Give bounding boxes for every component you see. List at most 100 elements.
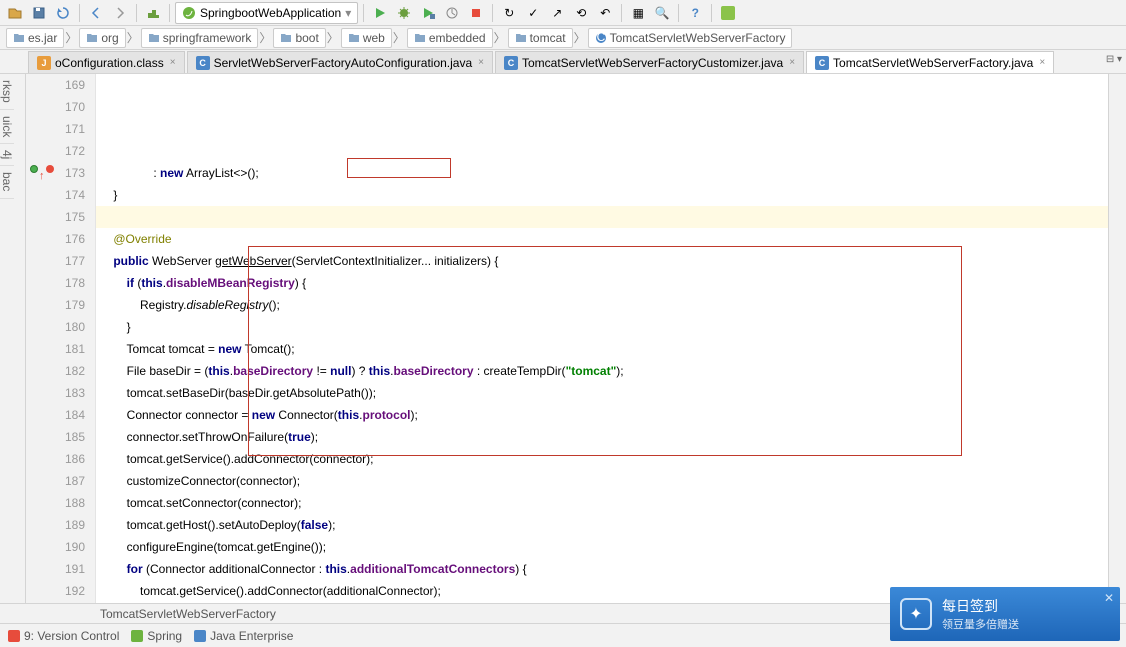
revert-icon[interactable]: ↶ [594,2,616,24]
back-icon[interactable] [85,2,107,24]
svg-text:C: C [596,32,605,44]
line-number[interactable]: 186 [26,448,85,470]
code-line[interactable]: customizeConnector(connector); [96,470,1126,492]
code-line[interactable]: : new ArrayList<>(); [96,162,1126,184]
commit-icon[interactable]: ✓ [522,2,544,24]
code-line[interactable]: if (this.disableMBeanRegistry) { [96,272,1126,294]
search-icon[interactable]: 🔍 [651,2,673,24]
structure-icon[interactable]: ▦ [627,2,649,24]
code-line[interactable]: configureEngine(tomcat.getEngine()); [96,536,1126,558]
breadcrumb-label: es.jar [28,31,57,45]
forward-icon[interactable] [109,2,131,24]
popup-title: 每日签到 [942,596,1019,616]
close-icon[interactable]: ✕ [1104,591,1114,605]
help-icon[interactable]: ? [684,2,706,24]
code-line[interactable]: } [96,316,1126,338]
file-type-icon: C [815,56,829,70]
line-number[interactable]: 178 [26,272,85,294]
line-number[interactable]: 173↑ [26,162,85,184]
close-icon[interactable]: × [1039,57,1045,68]
line-number[interactable]: 189 [26,514,85,536]
breadcrumb-item[interactable]: springframework [141,28,259,48]
line-number[interactable]: 181 [26,338,85,360]
code-line[interactable]: tomcat.getService().addConnector(connect… [96,448,1126,470]
line-number[interactable]: 177 [26,250,85,272]
breadcrumb-item[interactable]: web [341,28,392,48]
tool-window-button[interactable]: bac [0,166,14,198]
file-type-icon: J [37,56,51,70]
breadcrumb-item[interactable]: tomcat [508,28,573,48]
profile-icon[interactable] [441,2,463,24]
code-line[interactable]: tomcat.getHost().setAutoDeploy(false); [96,514,1126,536]
line-number[interactable]: 182 [26,360,85,382]
bottom-tool-button[interactable]: Java Enterprise [194,629,293,643]
line-number[interactable]: 190 [26,536,85,558]
line-number[interactable]: 172 [26,140,85,162]
run-configuration-dropdown[interactable]: SpringbootWebApplication ▾ [175,2,358,24]
code-line[interactable]: tomcat.setConnector(connector); [96,492,1126,514]
bottom-tool-button[interactable]: 9: Version Control [8,629,119,643]
code-line[interactable]: File baseDir = (this.baseDirectory != nu… [96,360,1126,382]
editor-tab[interactable]: CServletWebServerFactoryAutoConfiguratio… [187,51,493,73]
save-all-icon[interactable] [28,2,50,24]
breadcrumb-item[interactable]: org [79,28,125,48]
line-number[interactable]: 183 [26,382,85,404]
build-icon[interactable] [142,2,164,24]
tool-window-button[interactable]: rksp [0,74,14,110]
code-line[interactable]: public WebServer getWebServer(ServletCon… [96,250,1126,272]
line-number[interactable]: 179 [26,294,85,316]
breadcrumb-item[interactable]: es.jar [6,28,64,48]
editor-tab[interactable]: CTomcatServletWebServerFactoryCustomizer… [495,51,804,73]
editor-tab[interactable]: JoConfiguration.class × [28,51,185,73]
line-number[interactable]: 175 [26,206,85,228]
debug-icon[interactable] [393,2,415,24]
code-line[interactable]: } [96,184,1126,206]
history-icon[interactable]: ⟲ [570,2,592,24]
line-number[interactable]: 180 [26,316,85,338]
coverage-icon[interactable] [417,2,439,24]
line-number[interactable]: 176 [26,228,85,250]
code-line[interactable]: @Override [96,228,1126,250]
tab-overflow-icon[interactable]: ⊟ ▾ [1106,54,1122,65]
code-line[interactable]: Tomcat tomcat = new Tomcat(); [96,338,1126,360]
bottom-tool-button[interactable]: Spring [131,629,182,643]
line-number[interactable]: 170 [26,96,85,118]
push-icon[interactable]: ↗ [546,2,568,24]
line-number[interactable]: 184 [26,404,85,426]
line-number[interactable]: 171 [26,118,85,140]
line-number[interactable]: 169 [26,74,85,96]
tab-label: ServletWebServerFactoryAutoConfiguration… [214,56,473,70]
editor-tab[interactable]: CTomcatServletWebServerFactory.java× [806,51,1054,73]
folder-icon [148,32,160,44]
run-icon[interactable] [369,2,391,24]
code-line[interactable]: tomcat.setBaseDir(baseDir.getAbsolutePat… [96,382,1126,404]
jrebel-icon[interactable] [717,2,739,24]
breadcrumb-item[interactable]: CTomcatServletWebServerFactory [588,28,793,48]
tool-window-button[interactable]: 4j [0,144,14,166]
code-line[interactable]: connector.setThrowOnFailure(true); [96,426,1126,448]
code-line[interactable] [96,206,1126,228]
update-icon[interactable]: ↻ [498,2,520,24]
code-line[interactable]: Registry.disableRegistry(); [96,294,1126,316]
code-line[interactable]: Connector connector = new Connector(this… [96,404,1126,426]
open-icon[interactable] [4,2,26,24]
breadcrumb-item[interactable]: embedded [407,28,493,48]
close-icon[interactable]: × [789,57,795,68]
close-icon[interactable]: × [478,57,484,68]
line-number[interactable]: 192 [26,580,85,602]
close-icon[interactable]: × [170,57,176,68]
breadcrumb-item[interactable]: boot [273,28,325,48]
tool-window-button[interactable]: uick [0,110,14,144]
signin-popup[interactable]: ✕ ✦ 每日签到 领豆量多倍赠送 [890,587,1120,641]
code-line[interactable]: for (Connector additionalConnector : thi… [96,558,1126,580]
line-number[interactable]: 174 [26,184,85,206]
refresh-icon[interactable] [52,2,74,24]
stop-icon[interactable] [465,2,487,24]
error-stripe[interactable] [1108,74,1126,603]
line-number[interactable]: 191 [26,558,85,580]
line-number[interactable]: 188 [26,492,85,514]
tab-label: oConfiguration.class [55,56,164,70]
line-number[interactable]: 185 [26,426,85,448]
line-number[interactable]: 187 [26,470,85,492]
code-editor[interactable]: : new ArrayList<>(); } @Override public … [96,74,1126,603]
